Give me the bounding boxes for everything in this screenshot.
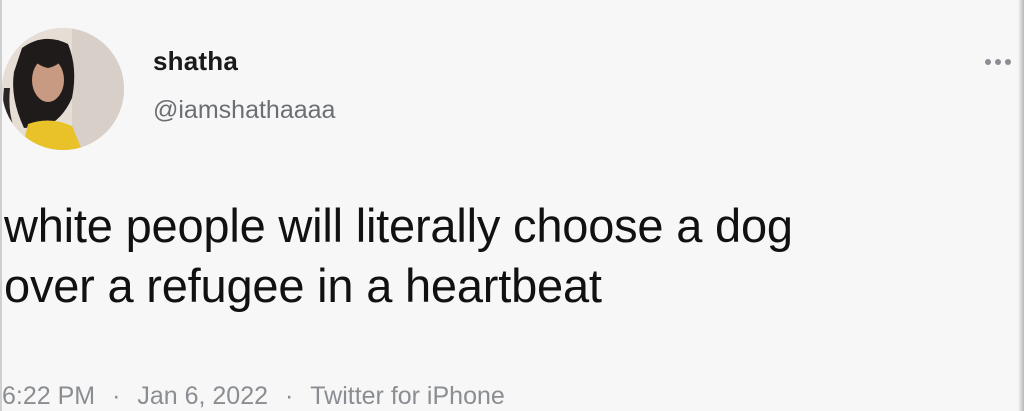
ellipsis-icon	[985, 59, 1011, 65]
avatar-photo	[2, 28, 124, 150]
user-handle[interactable]: @iamshathaaaa	[153, 96, 335, 125]
tweet-date[interactable]: Jan 6, 2022	[137, 382, 268, 411]
avatar[interactable]	[2, 28, 124, 150]
tweet-text-line-2: over a refugee in a heartbeat	[4, 259, 602, 312]
tweet-time[interactable]: 6:22 PM	[2, 382, 95, 411]
meta-separator: ·	[112, 382, 121, 410]
tweet-card: shatha @iamshathaaaa white people will l…	[0, 0, 1024, 411]
right-border	[1018, 0, 1024, 411]
tweet-text-line-1: white people will literally choose a dog	[4, 199, 793, 252]
left-border	[0, 0, 2, 411]
meta-separator: ·	[284, 382, 294, 410]
display-name[interactable]: shatha	[153, 46, 238, 77]
tweet-source[interactable]: Twitter for iPhone	[310, 382, 505, 411]
more-options-icon[interactable]	[978, 42, 1018, 72]
tweet-metadata: 6:22 PM · Jan 6, 2022 · Twitter for iPho…	[2, 382, 505, 411]
tweet-text: white people will literally choose a dog…	[4, 196, 1019, 316]
